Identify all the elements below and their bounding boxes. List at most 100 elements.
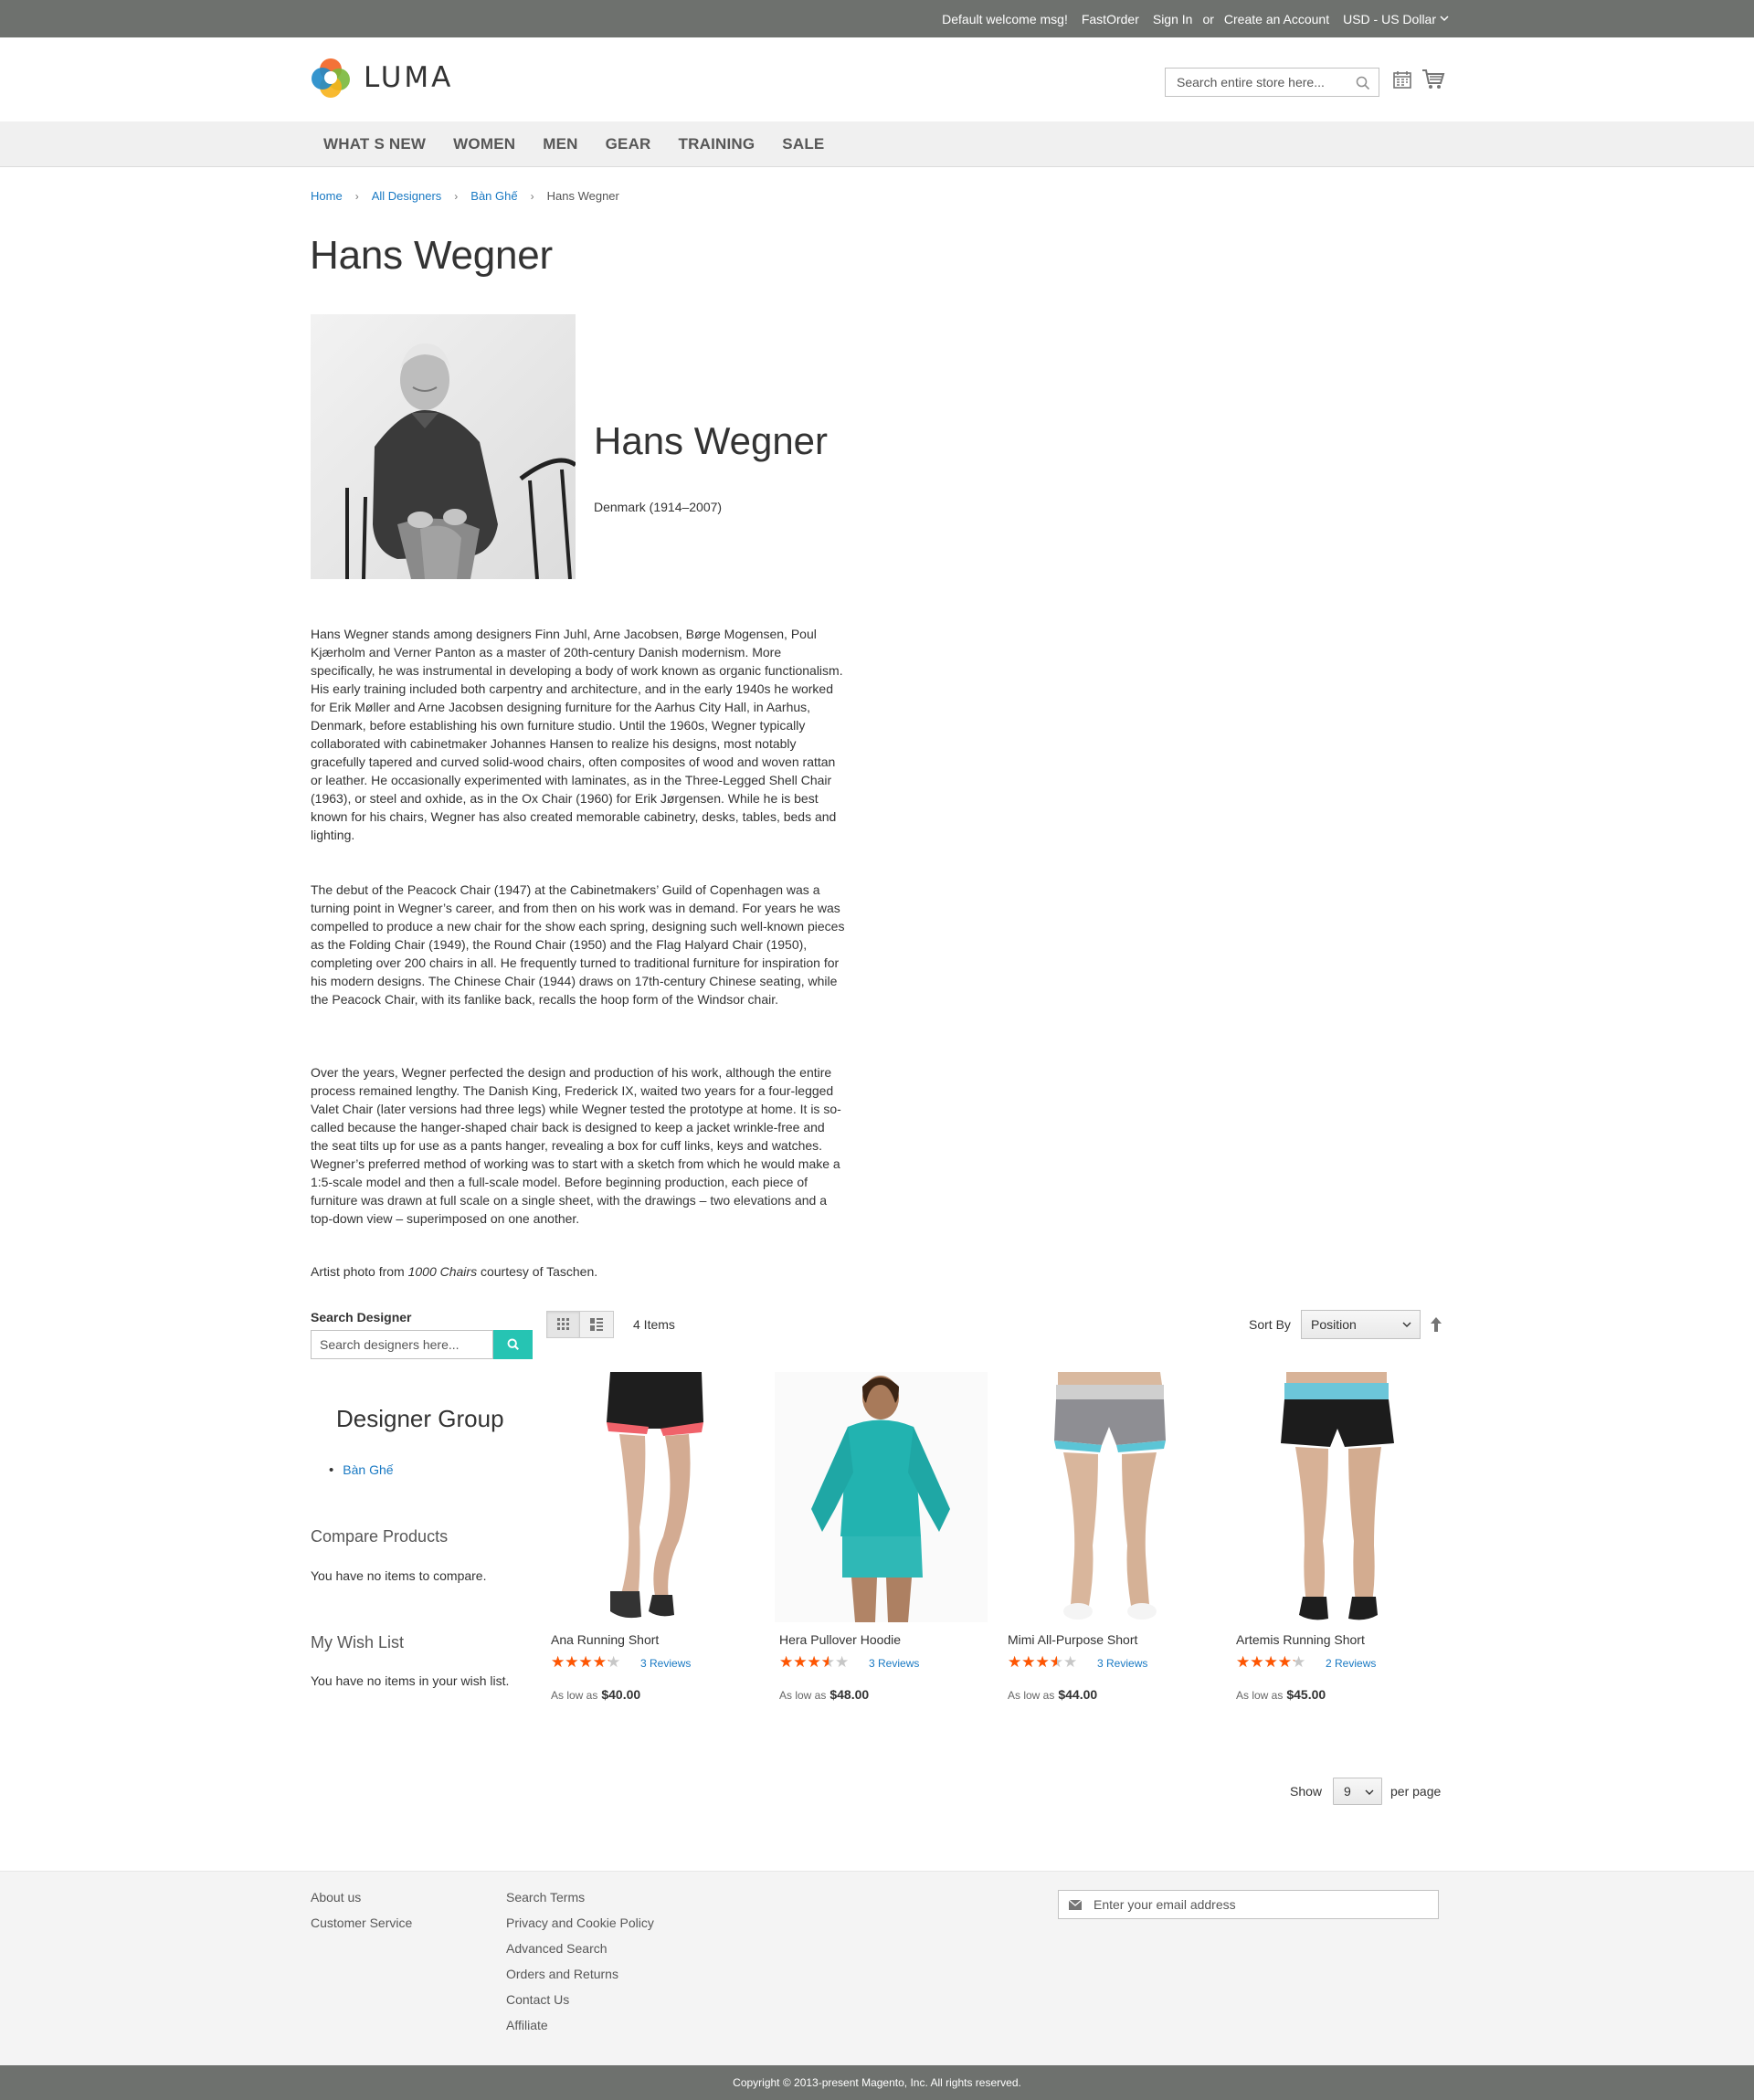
list-view-button[interactable]	[580, 1311, 614, 1338]
product-item[interactable]: Artemis Running Short ★★★★★ ★★★★★ 2 Revi…	[1231, 1372, 1444, 1702]
product-rating: ★★★★★ ★★★★★ 2 Reviews	[1236, 1653, 1376, 1671]
compare-empty-message: You have no items to compare.	[311, 1568, 487, 1583]
rating-stars-filled: ★★★★★	[779, 1653, 829, 1671]
footer-link-contact-us[interactable]: Contact Us	[506, 1992, 654, 2018]
price-prefix: As low as	[1008, 1689, 1055, 1702]
grid-view-button[interactable]	[546, 1311, 580, 1338]
breadcrumb-home[interactable]: Home	[311, 189, 343, 203]
wishlist-empty-message: You have no items in your wish list.	[311, 1673, 510, 1688]
rating-stars-filled: ★★★★★	[1236, 1653, 1294, 1671]
compare-icon[interactable]	[1392, 70, 1412, 90]
store-search-input[interactable]	[1175, 74, 1339, 90]
sort-by-select[interactable]: Position	[1301, 1310, 1421, 1339]
fast-order-link[interactable]: FastOrder	[1082, 12, 1139, 26]
product-price: As low as $44.00	[1008, 1687, 1097, 1702]
nav-item-training[interactable]: TRAINING	[665, 135, 769, 153]
nav-item-sale[interactable]: SALE	[768, 135, 838, 153]
currency-label: USD - US Dollar	[1343, 11, 1436, 26]
nav-item-men[interactable]: MEN	[529, 135, 591, 153]
price-prefix: As low as	[1236, 1689, 1284, 1702]
sign-in-link[interactable]: Sign In	[1153, 12, 1193, 26]
price-value: $40.00	[601, 1687, 641, 1702]
footer-link-advanced-search[interactable]: Advanced Search	[506, 1941, 654, 1967]
create-account-link[interactable]: Create an Account	[1224, 12, 1329, 26]
cart-icon[interactable]	[1421, 69, 1445, 90]
per-page-select[interactable]: 9	[1333, 1778, 1382, 1805]
product-image[interactable]	[1003, 1372, 1216, 1622]
price-value: $45.00	[1286, 1687, 1326, 1702]
compare-products-title: Compare Products	[311, 1527, 449, 1546]
product-reviews-link[interactable]: 3 Reviews	[640, 1657, 691, 1670]
footer-link-customer-service[interactable]: Customer Service	[311, 1915, 412, 1941]
product-price: As low as $40.00	[551, 1687, 640, 1702]
item-count: 4 Items	[633, 1317, 675, 1332]
copyright-bar: Copyright © 2013-present Magento, Inc. A…	[0, 2065, 1754, 2100]
nav-item-gear[interactable]: GEAR	[592, 135, 665, 153]
product-image[interactable]	[775, 1372, 988, 1622]
product-name[interactable]: Mimi All-Purpose Short	[1008, 1632, 1137, 1647]
product-rating: ★★★★★ ★★★★★ 3 Reviews	[779, 1653, 919, 1671]
designer-group-link[interactable]: Bàn Ghế	[343, 1462, 393, 1477]
product-image[interactable]	[546, 1372, 759, 1622]
footer-link-about-us[interactable]: About us	[311, 1890, 412, 1915]
product-name[interactable]: Artemis Running Short	[1236, 1632, 1365, 1647]
breadcrumb-current: Hans Wegner	[546, 189, 619, 203]
photo-credit-book: 1000 Chairs	[407, 1264, 478, 1279]
top-links: Default welcome msg! FastOrder Sign In o…	[942, 0, 1449, 37]
footer-links-column: Search Terms Privacy and Cookie Policy A…	[506, 1890, 654, 2043]
list-icon	[590, 1318, 603, 1331]
product-name[interactable]: Hera Pullover Hoodie	[779, 1632, 901, 1647]
footer-link-privacy[interactable]: Privacy and Cookie Policy	[506, 1915, 654, 1941]
rating-stars: ★★★★★ ★★★★★	[1008, 1653, 1081, 1671]
breadcrumb-ban-ghe[interactable]: Bàn Ghế	[470, 189, 517, 203]
grid-icon	[556, 1318, 569, 1330]
designer-country: Denmark (1914–2007)	[594, 500, 723, 514]
product-reviews-link[interactable]: 3 Reviews	[1097, 1657, 1147, 1670]
or-text: or	[1202, 11, 1214, 26]
product-name[interactable]: Ana Running Short	[551, 1632, 659, 1647]
newsletter-field[interactable]	[1058, 1890, 1439, 1919]
envelope-icon	[1069, 1899, 1082, 1910]
designer-group-title: Designer Group	[336, 1405, 504, 1432]
footer-link-search-terms[interactable]: Search Terms	[506, 1890, 654, 1915]
product-item[interactable]: Hera Pullover Hoodie ★★★★★ ★★★★★ 3 Revie…	[775, 1372, 988, 1702]
product-photo-running-short-black	[1281, 1372, 1394, 1620]
chevron-down-icon	[1365, 1789, 1374, 1795]
per-page-value: 9	[1344, 1784, 1351, 1799]
chevron-down-icon	[1440, 16, 1449, 22]
product-reviews-link[interactable]: 3 Reviews	[869, 1657, 919, 1670]
designer-portrait-image	[311, 314, 576, 579]
footer-link-affiliate[interactable]: Affiliate	[506, 2018, 654, 2043]
top-bar: Default welcome msg! FastOrder Sign In o…	[0, 0, 1754, 37]
breadcrumb: Home › All Designers › Bàn Ghế › Hans We…	[311, 189, 619, 203]
footer	[0, 1871, 1754, 2065]
currency-switcher[interactable]: USD - US Dollar	[1343, 12, 1449, 26]
newsletter-email-input[interactable]	[1092, 1896, 1421, 1913]
nav-item-whats-new[interactable]: WHAT S NEW	[310, 135, 439, 153]
product-photo-all-purpose-short	[1054, 1372, 1166, 1620]
product-image[interactable]	[1231, 1372, 1444, 1622]
designer-group-list: Bàn Ghế	[329, 1462, 393, 1478]
product-reviews-link[interactable]: 2 Reviews	[1326, 1657, 1376, 1670]
logo[interactable]: LUMA	[310, 57, 453, 99]
store-search[interactable]	[1165, 68, 1379, 97]
product-photo-running-short	[607, 1372, 703, 1619]
designer-search-button[interactable]	[493, 1330, 533, 1359]
nav-item-women[interactable]: WOMEN	[439, 135, 529, 153]
copyright-text: Copyright © 2013-present Magento, Inc. A…	[733, 2076, 1021, 2089]
product-price: As low as $45.00	[1236, 1687, 1326, 1702]
breadcrumb-all-designers[interactable]: All Designers	[372, 189, 442, 203]
photo-credit-suffix: courtesy of Taschen.	[477, 1264, 598, 1279]
designer-search-input[interactable]	[311, 1330, 493, 1359]
search-icon[interactable]	[1356, 76, 1370, 90]
sort-direction-arrow-icon[interactable]	[1430, 1316, 1442, 1333]
rating-stars: ★★★★★ ★★★★★	[779, 1653, 852, 1671]
product-item[interactable]: Ana Running Short ★★★★★ ★★★★★ 3 Reviews …	[546, 1372, 759, 1702]
luma-logo-icon	[312, 58, 350, 98]
rating-stars-filled: ★★★★★	[1008, 1653, 1057, 1671]
footer-links-column: About us Customer Service	[311, 1890, 412, 1941]
search-icon	[507, 1338, 519, 1350]
product-item[interactable]: Mimi All-Purpose Short ★★★★★ ★★★★★ 3 Rev…	[1003, 1372, 1216, 1702]
footer-link-orders-returns[interactable]: Orders and Returns	[506, 1967, 654, 1992]
sort-by-value: Position	[1311, 1317, 1357, 1332]
